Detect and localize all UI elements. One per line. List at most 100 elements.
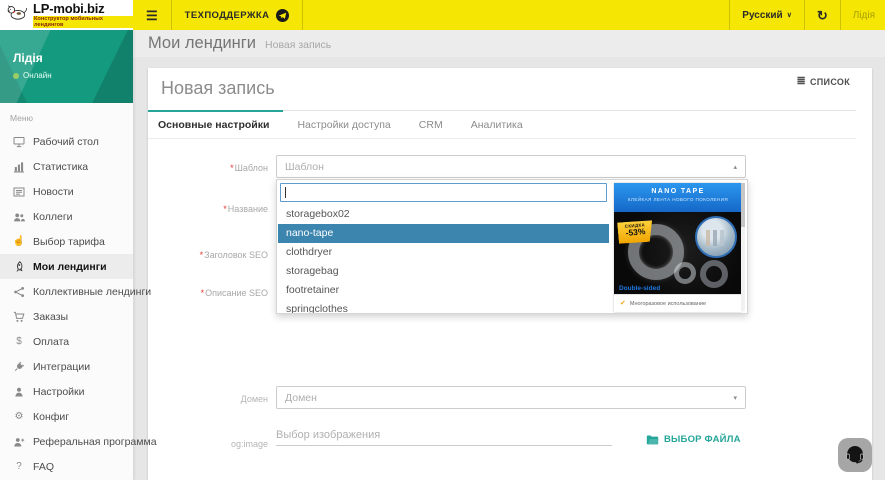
tape-roll-small [674, 262, 696, 284]
desktop-icon [12, 135, 26, 148]
refresh-icon: ↻ [817, 9, 828, 22]
sidebar-item-label: Новости [33, 186, 74, 198]
preview-inset-photo [695, 216, 737, 258]
discount-badge: СКИДКА -53% [617, 220, 654, 245]
user-icon [12, 385, 26, 398]
sidebar-item-tariff[interactable]: ☝Выбор тарифа [0, 229, 133, 254]
user-plus-icon [12, 435, 26, 448]
template-field-label: *Шаблон [148, 163, 268, 173]
sidebar-item-referral[interactable]: Реферальная программа [0, 429, 133, 454]
sidebar-item-faq[interactable]: ?FAQ [0, 454, 133, 479]
sidebar-item-colleagues[interactable]: Коллеги [0, 204, 133, 229]
share-icon [12, 285, 26, 298]
domain-select-placeholder: Домен [285, 392, 317, 404]
refresh-button[interactable]: ↻ [804, 0, 840, 30]
chart-icon [12, 160, 26, 173]
sidebar-item-label: Мои лендинги [33, 261, 107, 273]
name-field-label: *Название [148, 204, 268, 214]
choose-file-button[interactable]: ВЫБОР ФАЙЛА [646, 434, 741, 445]
plug-icon [12, 360, 26, 373]
content-card: Новая запись ≣ СПИСОК Основные настройки… [148, 68, 872, 480]
list-button[interactable]: ≣ СПИСОК [796, 76, 850, 87]
tab-crm[interactable]: CRM [405, 111, 457, 138]
og-image-field-label: og:image [148, 439, 268, 449]
hamburger-icon: ☰ [146, 9, 158, 22]
online-status-dot [13, 73, 19, 79]
sidebar-item-news[interactable]: Новости [0, 179, 133, 204]
cart-icon [12, 310, 26, 323]
sidebar-item-collective-landings[interactable]: Коллективные лендинги [0, 279, 133, 304]
text-caret [285, 187, 286, 198]
support-chat-button[interactable] [838, 438, 872, 472]
folder-icon [646, 434, 659, 445]
sidebar-user-name: Лідія [13, 51, 43, 65]
breadcrumb-section[interactable]: Мои лендинги [148, 34, 256, 53]
seo-title-field-label: *Заголовок SEO [148, 250, 268, 260]
sidebar-item-dashboard[interactable]: Рабочий стол [0, 129, 133, 154]
template-select[interactable]: Шаблон ▴ [276, 155, 746, 178]
sidebar-item-label: Настройки [33, 386, 85, 398]
dropdown-option-footretainer[interactable]: footretainer [278, 281, 609, 300]
dropdown-option-storagebag[interactable]: storagebag [278, 262, 609, 281]
news-icon [12, 185, 26, 198]
dropdown-option-springclothes[interactable]: springclothes [278, 300, 609, 314]
sidebar-item-config[interactable]: ⚙Конфиг [0, 404, 133, 429]
arrow-down-icon: ▾ [733, 394, 737, 402]
sidebar-item-statistics[interactable]: Статистика [0, 154, 133, 179]
sidebar-item-payment[interactable]: $Оплата [0, 329, 133, 354]
header-username-label: Лідія [853, 10, 875, 21]
chevron-down-icon: ∨ [787, 11, 792, 19]
header-username[interactable]: Лідія [840, 0, 885, 30]
question-icon: ? [12, 460, 26, 473]
og-image-input[interactable] [276, 429, 612, 446]
sidebar-item-label: Реферальная программа [33, 436, 157, 448]
app-logo[interactable]: LP-mobi.biz Конструктор мобильных лендин… [0, 0, 133, 30]
sidebar-toggle-button[interactable]: ☰ [133, 0, 172, 30]
preview-subtitle: КЛЕЙКАЯ ЛЕНТА НОВОГО ПОКОЛЕНИЯ [614, 197, 742, 202]
check-icon: ✔ [620, 300, 626, 307]
preview-scrollbar-thumb[interactable] [741, 183, 745, 227]
preview-product-image: СКИДКА -53% Double-sided [614, 212, 742, 294]
tabs-bar: Основные настройкиНастройки доступаCRMАн… [148, 111, 856, 139]
sidebar-item-my-landings[interactable]: Мои лендинги [0, 254, 133, 279]
domain-field-label: Домен [148, 394, 268, 404]
sidebar-item-label: Заказы [33, 311, 68, 323]
sidebar: Лідія Онлайн Меню Рабочий столСтатистика… [0, 30, 133, 480]
logo-title: LP-mobi.biz [33, 2, 133, 16]
dog-logo-icon [5, 3, 29, 28]
telegram-icon [276, 9, 289, 22]
language-selector[interactable]: Русский ∨ [729, 0, 804, 30]
sidebar-item-orders[interactable]: Заказы [0, 304, 133, 329]
gears-icon: ⚙ [12, 410, 26, 423]
preview-caption: Double-sided [619, 285, 660, 292]
tab-analytics[interactable]: Аналитика [457, 111, 537, 138]
domain-select[interactable]: Домен ▾ [276, 386, 746, 409]
arrow-up-icon: ▴ [733, 163, 737, 171]
online-status-label: Онлайн [23, 71, 52, 80]
logo-subtitle: Конструктор мобильных лендингов [33, 16, 133, 28]
dropdown-option-clothdryer[interactable]: clothdryer [278, 243, 609, 262]
seo-description-field-label: *Описание SEO [148, 288, 268, 298]
sidebar-item-label: Интеграции [33, 361, 90, 373]
tab-access-settings[interactable]: Настройки доступа [283, 111, 404, 138]
page-title: Новая запись [161, 78, 275, 99]
sidebar-item-settings[interactable]: Настройки [0, 379, 133, 404]
header-right-group: Русский ∨ ↻ Лідія [729, 0, 885, 30]
preview-header: NANO TAPE КЛЕЙКАЯ ЛЕНТА НОВОГО ПОКОЛЕНИЯ [614, 183, 742, 212]
template-preview: NANO TAPE КЛЕЙКАЯ ЛЕНТА НОВОГО ПОКОЛЕНИЯ… [614, 183, 742, 312]
breadcrumb-current: Новая запись [265, 39, 331, 53]
sidebar-menu: Рабочий столСтатистика Новости Коллеги☝Выб… [0, 129, 133, 479]
preview-feature-label: Многоразовое использование [630, 301, 706, 307]
support-button[interactable]: ТЕХПОДДЕРЖКА [172, 0, 304, 30]
dropdown-option-storagebox02[interactable]: storagebox02 [278, 205, 609, 224]
template-search-input[interactable] [280, 183, 607, 202]
logo-text: LP-mobi.biz Конструктор мобильных лендин… [33, 2, 133, 29]
choose-file-label: ВЫБОР ФАЙЛА [664, 434, 741, 445]
dropdown-option-nano-tape[interactable]: nano-tape [278, 224, 609, 243]
language-label: Русский [742, 10, 782, 21]
preview-scrollbar[interactable] [741, 183, 745, 311]
template-dropdown: storagebox02nano-tapeclothdryerstorageba… [276, 179, 748, 314]
tab-main-settings[interactable]: Основные настройки [148, 111, 283, 138]
sidebar-item-label: Коллективные лендинги [33, 286, 151, 298]
sidebar-item-integrations[interactable]: Интеграции [0, 354, 133, 379]
